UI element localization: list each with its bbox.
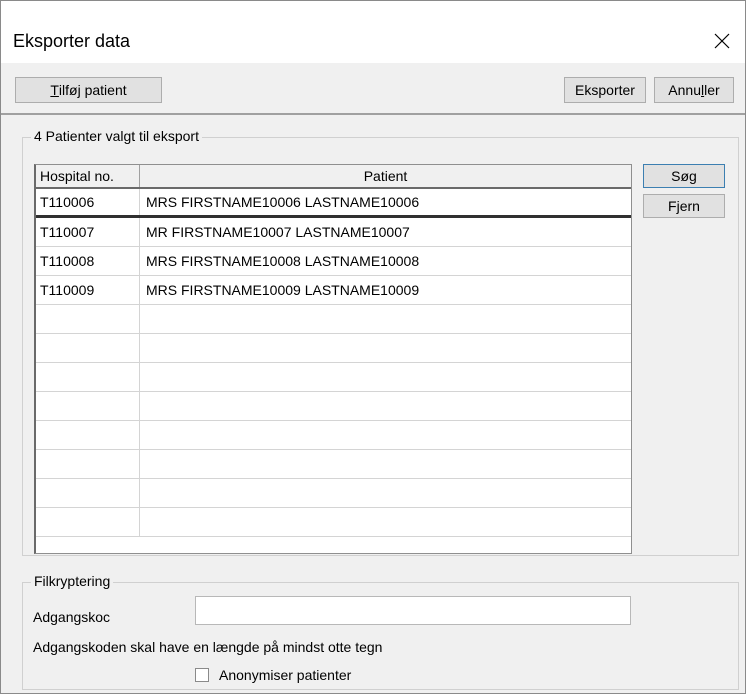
cell-hospital-no [36, 363, 140, 391]
cell-patient [140, 363, 631, 391]
password-label: Adgangskoc [33, 609, 111, 625]
cell-hospital-no: T110008 [36, 247, 140, 275]
table-header: Hospital no. Patient [36, 165, 631, 189]
patients-group-label: 4 Patienter valgt til eksport [31, 128, 202, 144]
cell-patient [140, 392, 631, 420]
column-header-hospital-no[interactable]: Hospital no. [36, 165, 140, 187]
cell-patient [140, 450, 631, 478]
close-icon [714, 33, 730, 49]
table-row-empty[interactable] [36, 421, 631, 450]
title-bar: Eksporter data [1, 1, 745, 63]
cell-patient [140, 334, 631, 362]
cell-patient: MRS FIRSTNAME10009 LASTNAME10009 [146, 282, 420, 298]
cell-patient: MR FIRSTNAME10007 LASTNAME10007 [146, 224, 410, 240]
patients-group: 4 Patienter valgt til eksport Hospital n… [22, 128, 739, 556]
password-field[interactable] [195, 596, 631, 625]
add-patient-mnemonic: T [50, 82, 59, 98]
export-dialog: Eksporter data Tilføj patient Eksporter … [0, 0, 746, 694]
encryption-group: Filkryptering Adgangskoc Adgangskoden sk… [22, 573, 739, 690]
password-hint: Adgangskoden skal have en længde på mind… [33, 639, 383, 655]
encryption-group-label: Filkryptering [31, 573, 114, 589]
cell-hospital-no [36, 305, 140, 333]
remove-label: Fjern [668, 198, 700, 214]
table-row-empty[interactable] [36, 508, 631, 537]
anonymize-checkbox-row[interactable]: Anonymiser patienter [195, 667, 351, 683]
table-row[interactable]: T110009 MRS FIRSTNAME10009 LASTNAME10009 [36, 276, 631, 305]
cancel-label-after: ler [704, 82, 720, 98]
cell-hospital-no: T110007 [36, 218, 140, 246]
remove-button[interactable]: Fjern [643, 194, 725, 218]
table-row-empty[interactable] [36, 334, 631, 363]
cell-hospital-no: T110006 [36, 189, 140, 215]
cell-patient [140, 421, 631, 449]
cell-hospital-no [36, 479, 140, 507]
table-row-empty[interactable] [36, 363, 631, 392]
cell-patient [140, 305, 631, 333]
export-label: Eksporter [575, 82, 635, 98]
anonymize-checkbox[interactable] [195, 668, 209, 682]
cell-patient: MRS FIRSTNAME10006 LASTNAME10006 [146, 194, 420, 210]
close-button[interactable] [699, 21, 745, 61]
cell-hospital-no [36, 334, 140, 362]
table-row-empty[interactable] [36, 479, 631, 508]
cancel-label-before: Annu [668, 82, 701, 98]
cell-hospital-no [36, 508, 140, 536]
search-button[interactable]: Søg [643, 164, 725, 188]
add-patient-label: ilføj patient [58, 82, 127, 98]
add-patient-button[interactable]: Tilføj patient [15, 77, 162, 103]
table-row-empty[interactable] [36, 392, 631, 421]
dialog-title: Eksporter data [13, 31, 131, 51]
cell-hospital-no: T110009 [36, 276, 140, 304]
cell-patient [140, 508, 631, 536]
search-label: Søg [671, 168, 697, 184]
table-row[interactable]: T110007 MR FIRSTNAME10007 LASTNAME10007 [36, 218, 631, 247]
table-body: T110006 MRS FIRSTNAME10006 LASTNAME10006 T… [36, 189, 631, 537]
cell-hospital-no [36, 392, 140, 420]
toolbar: Tilføj patient Eksporter Annu l ler [1, 63, 745, 115]
table-row[interactable]: T110008 MRS FIRSTNAME10008 LASTNAME10008 [36, 247, 631, 276]
cell-patient: MRS FIRSTNAME10008 LASTNAME10008 [146, 253, 420, 269]
cell-hospital-no [36, 421, 140, 449]
anonymize-label: Anonymiser patienter [219, 667, 352, 683]
patients-table[interactable]: Hospital no. Patient T110006 MRS FIRSTNAM… [34, 164, 632, 554]
cancel-button[interactable]: Annu l ler [654, 77, 734, 103]
column-header-patient[interactable]: Patient [140, 165, 631, 187]
table-row[interactable]: T110006 MRS FIRSTNAME10006 LASTNAME10006 [36, 189, 631, 218]
cell-hospital-no [36, 450, 140, 478]
table-row-empty[interactable] [36, 305, 631, 334]
table-row-empty[interactable] [36, 450, 631, 479]
export-button[interactable]: Eksporter [564, 77, 646, 103]
cell-patient [140, 479, 631, 507]
